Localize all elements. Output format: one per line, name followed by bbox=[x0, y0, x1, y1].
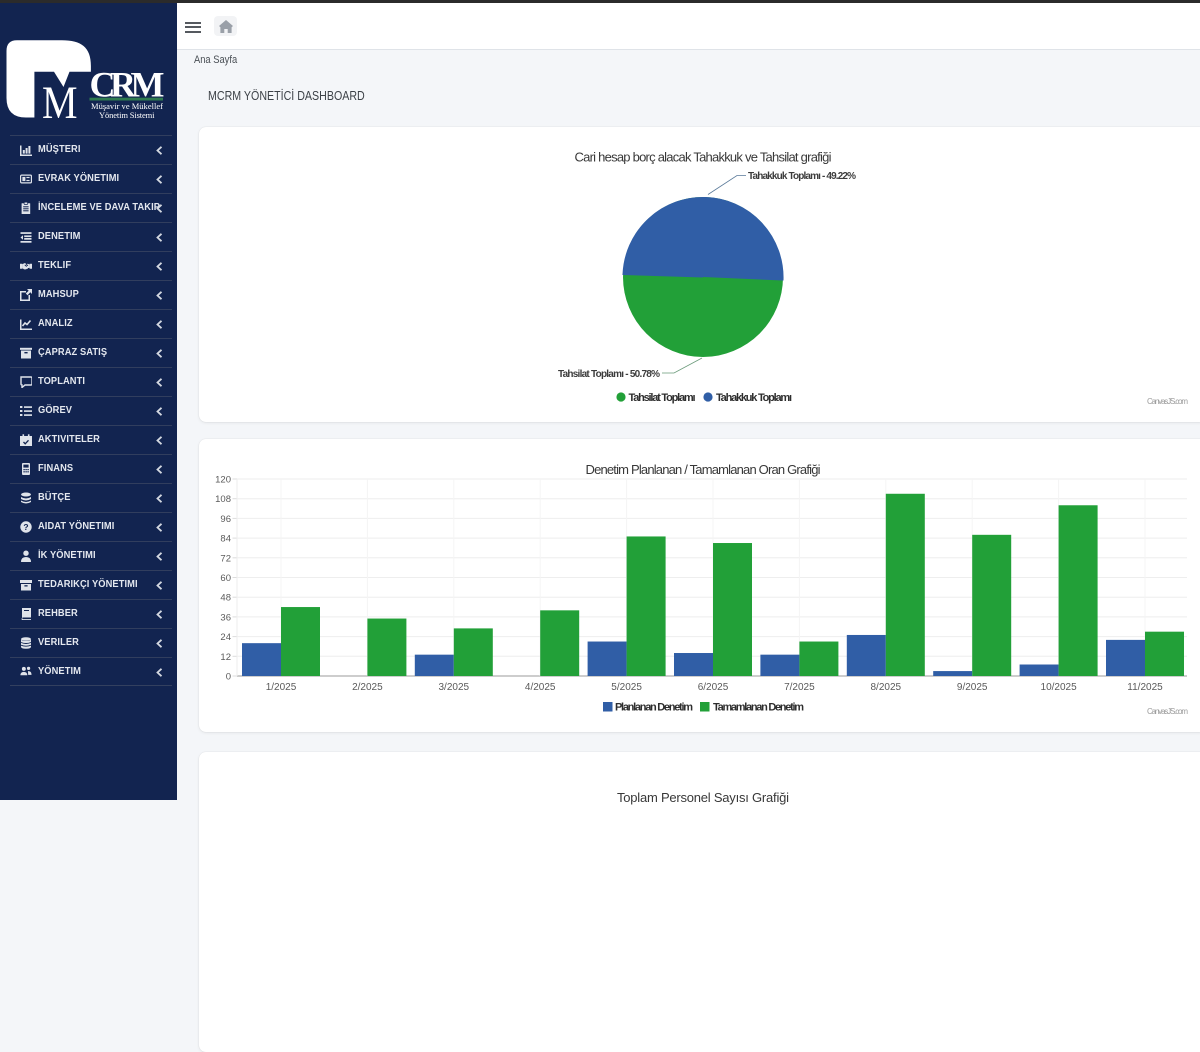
svg-text:72: 72 bbox=[220, 553, 231, 564]
svg-text:Tamamlanan Denetim: Tamamlanan Denetim bbox=[713, 702, 804, 714]
svg-text:?: ? bbox=[23, 522, 28, 532]
svg-text:5/2025: 5/2025 bbox=[611, 682, 642, 693]
svg-text:Yönetim Sistemi: Yönetim Sistemi bbox=[99, 110, 155, 120]
svg-text:Denetim Planlanan / Tamamlanan: Denetim Planlanan / Tamamlanan Oran Graf… bbox=[586, 462, 821, 477]
svg-text:60: 60 bbox=[220, 573, 231, 584]
svg-text:CanvasJS.com: CanvasJS.com bbox=[1147, 707, 1188, 716]
svg-text:96: 96 bbox=[220, 514, 231, 525]
svg-text:Tahakkuk Toplamı - 49.22%: Tahakkuk Toplamı - 49.22% bbox=[748, 171, 856, 182]
svg-text:8/2025: 8/2025 bbox=[871, 682, 902, 693]
svg-text:3/2025: 3/2025 bbox=[439, 682, 470, 693]
svg-text:Tahakkuk Toplamı: Tahakkuk Toplamı bbox=[716, 392, 792, 404]
svg-text:0: 0 bbox=[226, 672, 231, 683]
svg-text:12: 12 bbox=[220, 652, 231, 663]
svg-text:Cari hesap borç alacak Tahakku: Cari hesap borç alacak Tahakkuk ve Tahsi… bbox=[575, 150, 832, 165]
svg-text:84: 84 bbox=[220, 534, 231, 545]
svg-text:7/2025: 7/2025 bbox=[784, 682, 815, 693]
svg-text:24: 24 bbox=[220, 632, 231, 643]
svg-text:Tahsilat Toplamı: Tahsilat Toplamı bbox=[629, 392, 696, 404]
svg-text:10/2025: 10/2025 bbox=[1041, 682, 1078, 693]
svg-text:11/2025: 11/2025 bbox=[1127, 682, 1163, 693]
svg-text:Planlanan Denetim: Planlanan Denetim bbox=[615, 702, 693, 714]
svg-text:6/2025: 6/2025 bbox=[698, 682, 729, 693]
svg-text:Tahsilat Toplamı - 50.78%: Tahsilat Toplamı - 50.78% bbox=[558, 369, 660, 380]
svg-text:48: 48 bbox=[220, 593, 231, 604]
svg-text:36: 36 bbox=[220, 612, 231, 623]
svg-text:2/2025: 2/2025 bbox=[352, 682, 383, 693]
svg-text:1/2025: 1/2025 bbox=[266, 682, 297, 693]
svg-text:CanvasJS.com: CanvasJS.com bbox=[1147, 397, 1188, 406]
svg-text:9/2025: 9/2025 bbox=[957, 682, 988, 693]
svg-text:4/2025: 4/2025 bbox=[525, 682, 556, 693]
svg-text:M: M bbox=[42, 77, 78, 129]
svg-text:120: 120 bbox=[215, 475, 231, 486]
svg-text:Toplam Personel Sayısı Grafiği: Toplam Personel Sayısı Grafiği bbox=[617, 790, 789, 805]
svg-text:108: 108 bbox=[215, 494, 231, 505]
